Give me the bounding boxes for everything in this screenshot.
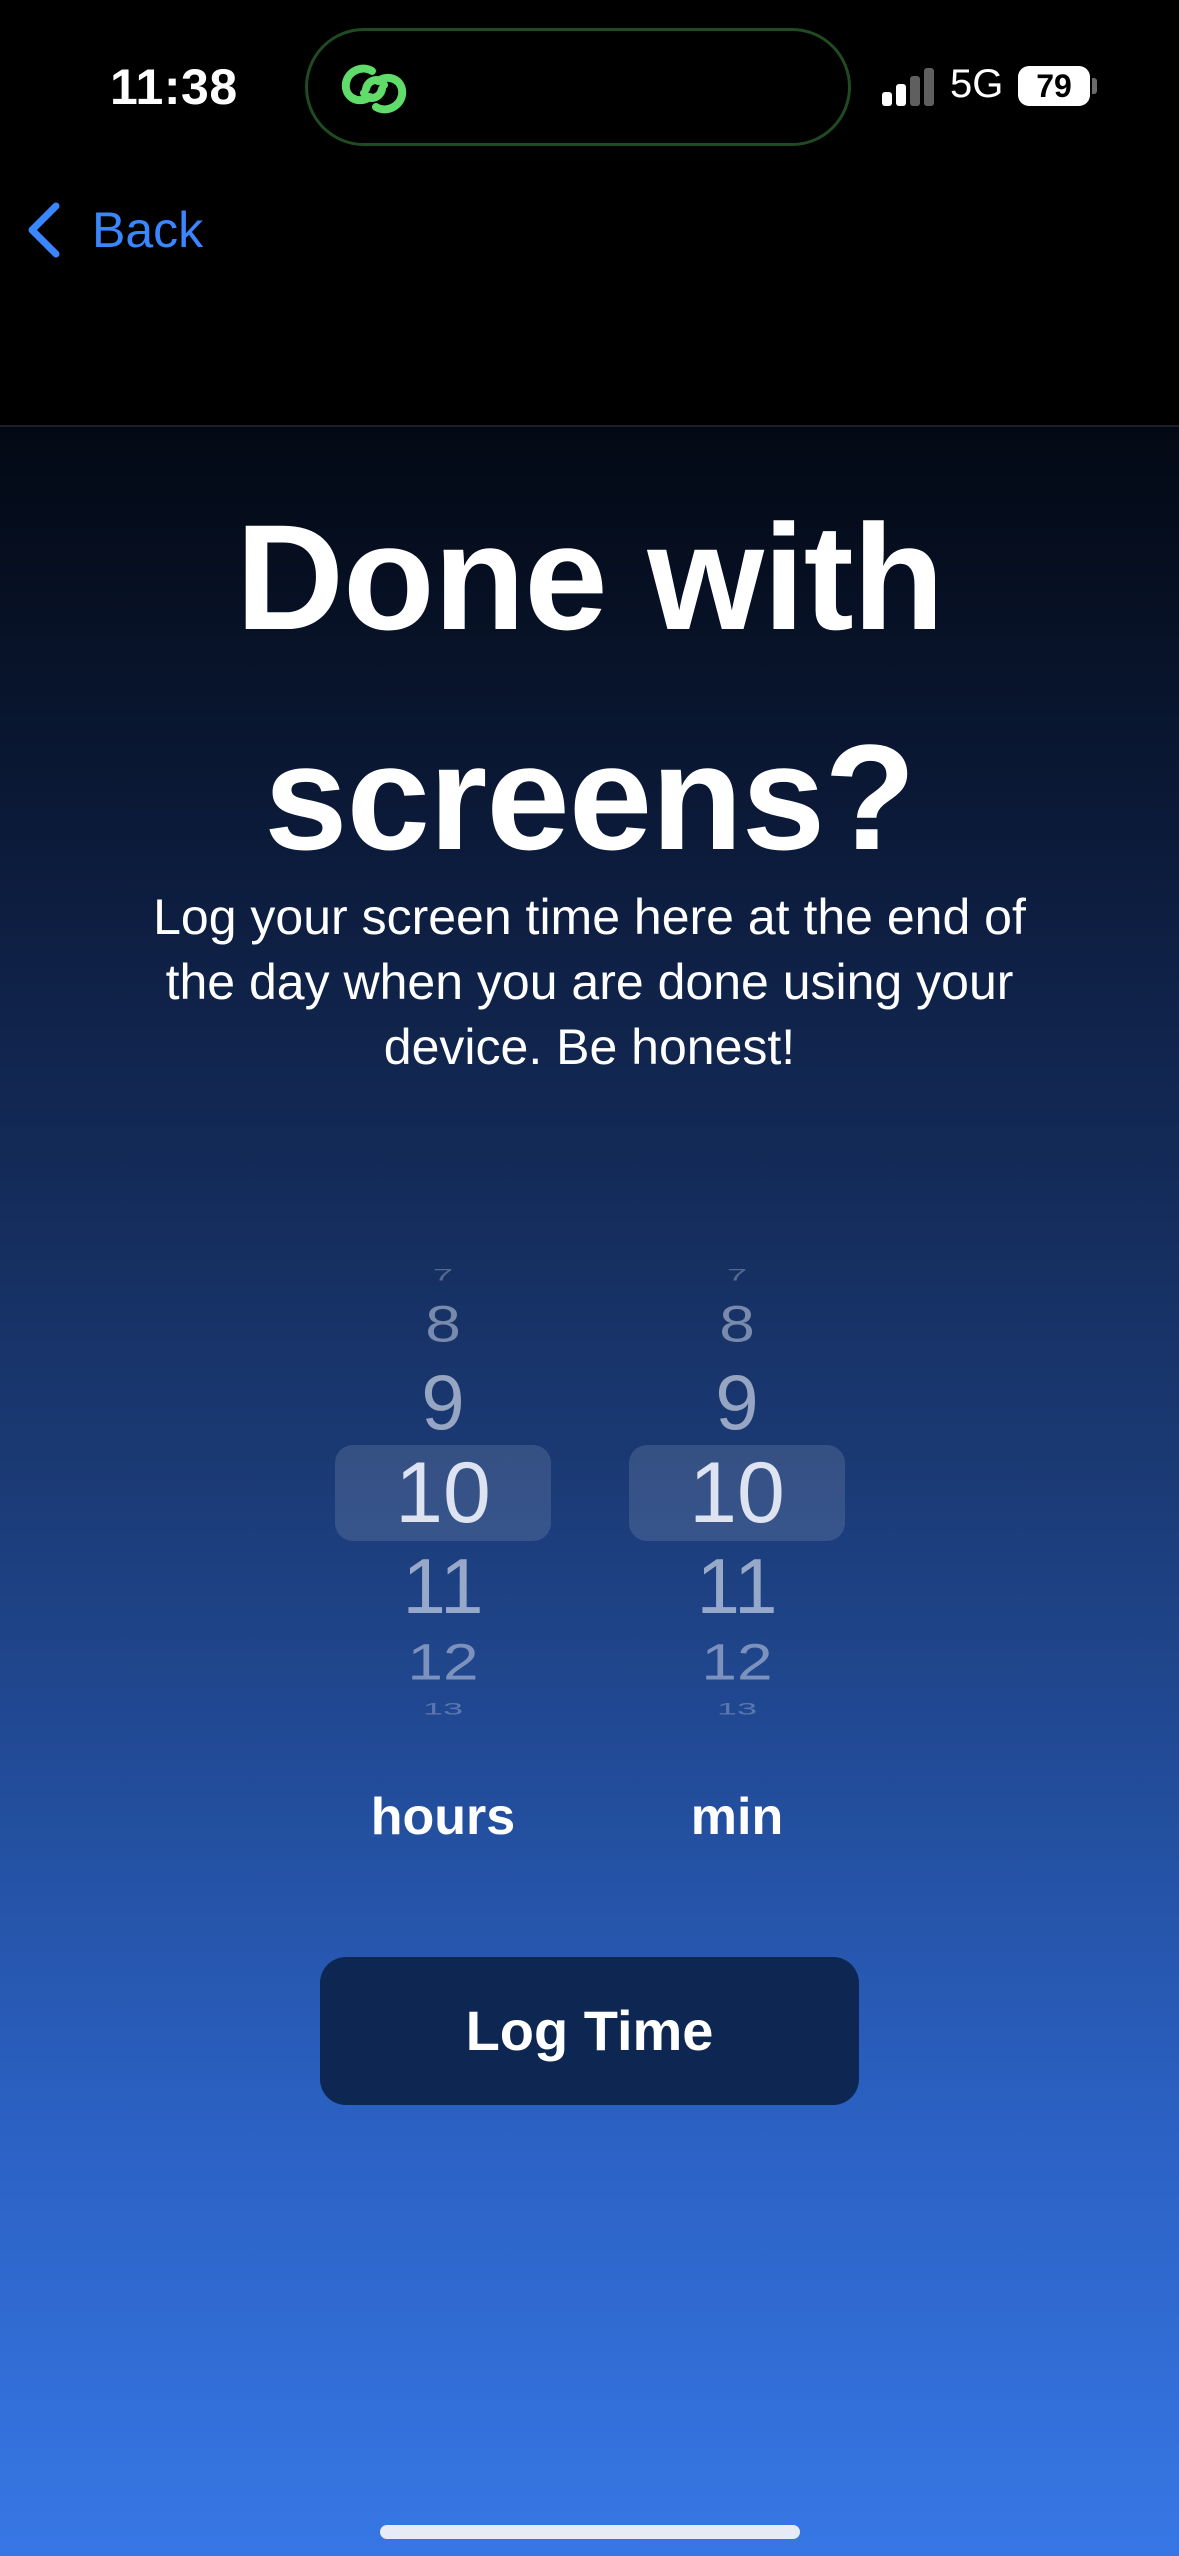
hours-label: hours (370, 1788, 516, 1846)
hours-option[interactable]: 11 (335, 1543, 551, 1629)
link-rings-icon (341, 64, 407, 114)
minutes-option[interactable]: 7 (629, 1266, 845, 1284)
cellular-signal-icon (882, 66, 936, 106)
minutes-option[interactable]: 9 (629, 1359, 845, 1445)
minutes-option[interactable]: 12 (629, 1634, 845, 1690)
battery-nub (1092, 78, 1097, 94)
hours-option[interactable]: 7 (335, 1266, 551, 1284)
network-type: 5G (950, 62, 1004, 106)
chevron-left-icon (28, 202, 60, 258)
page-title: Done with screens? (235, 493, 945, 881)
minutes-selected-option[interactable]: 10 (629, 1447, 845, 1539)
minutes-option[interactable]: 8 (629, 1296, 845, 1352)
main-content: Done with screens? Log your screen time … (0, 427, 1179, 2556)
hours-selected-option[interactable]: 10 (335, 1447, 551, 1539)
back-button[interactable]: Back (24, 190, 203, 270)
minutes-picker[interactable]: 7 8 9 10 11 12 13 (629, 1247, 845, 1737)
home-indicator[interactable] (380, 2525, 800, 2539)
hours-option[interactable]: 12 (335, 1634, 551, 1690)
page-subtitle: Log your screen time here at the end of … (153, 889, 1026, 1075)
battery-icon: 79 (1018, 66, 1090, 106)
minutes-label: min (690, 1788, 784, 1846)
screen: 11:38 5G 79 Back Done with screens? Log … (0, 0, 1179, 2556)
hours-option[interactable]: 13 (335, 1700, 551, 1718)
dynamic-island[interactable] (305, 28, 851, 146)
hours-option[interactable]: 9 (335, 1359, 551, 1445)
back-label: Back (92, 202, 204, 258)
status-time: 11:38 (110, 59, 238, 115)
top-bar: 11:38 5G 79 Back (0, 0, 1179, 427)
minutes-option[interactable]: 13 (629, 1700, 845, 1718)
minutes-option[interactable]: 11 (629, 1543, 845, 1629)
hours-option[interactable]: 8 (335, 1296, 551, 1352)
log-time-button[interactable]: Log Time (320, 1957, 859, 2105)
hours-picker[interactable]: 7 8 9 10 11 12 13 (335, 1247, 551, 1737)
